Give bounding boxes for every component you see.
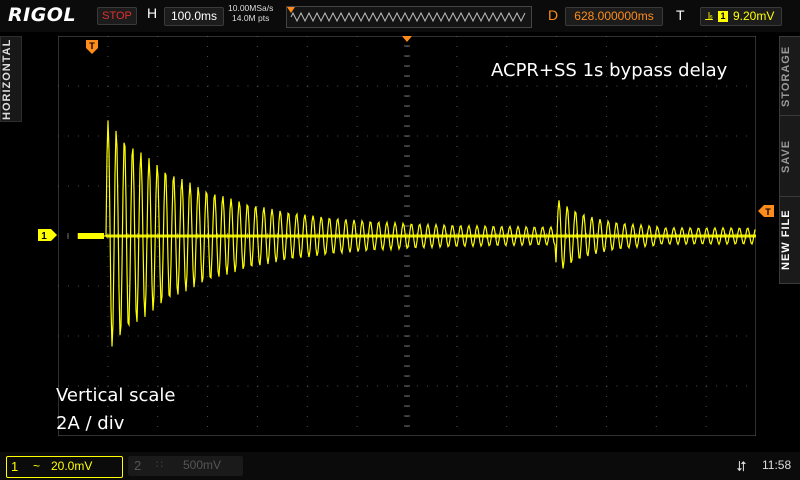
trigger-time-marker-label: T [89,41,95,51]
ch1-offset-marker: 1 [38,229,57,241]
trigger-level-marker-label: T [765,207,771,217]
trigger-settings[interactable]: ⫡ 1 9.20mV [700,7,782,26]
trigger-level: 9.20mV [733,9,775,23]
brand-logo: RIGOL [8,4,77,26]
ch2-scale: 500mV [183,458,222,472]
ch2-coupling-icon: ∷ [156,459,163,471]
horizontal-tab-label: HORIZONTAL [1,38,13,120]
usb-icon: ⮃ [736,458,748,474]
annotation-vertical-scale-value: 2A / div [56,413,125,434]
top-status-bar: RIGOL STOP H 100.0ms 10.00MSa/s 14.0M pt… [0,0,800,32]
acquisition-info: 10.00MSa/s 14.0M pts [228,3,273,23]
ch1-baseline [106,234,756,238]
trigger-level-marker: T [758,205,774,217]
ch1-number: 1 [11,459,19,474]
delay-label: D [548,7,559,23]
horizontal-tab[interactable]: HORIZONTAL [0,36,22,122]
annotation-title: ACPR+SS 1s bypass delay [491,60,728,81]
save-button[interactable]: SAVE [780,116,800,197]
new-file-label: NEW FILE [780,209,792,271]
ch1-baseline-segment [78,233,104,239]
ch1-coupling-icon: ~ [33,459,41,473]
ch1-status[interactable]: 1 ~ 20.0mV [6,456,123,478]
trigger-channel: 1 [718,11,728,22]
clock: 11:58 [762,458,792,472]
annotation-vertical-scale: Vertical scale [56,385,176,406]
new-file-button[interactable]: NEW FILE [780,197,800,283]
memory-bar-icon [286,6,532,28]
trigger-label: T [676,7,685,23]
ch2-status[interactable]: 2 ∷ 500mV [128,456,243,476]
ch1-offset-label: 1 [41,231,47,241]
trigger-time-marker: T [86,40,98,54]
horizontal-label: H [147,5,158,21]
ch2-number: 2 [134,458,142,473]
trigger-edge-icon: ⫡ [705,9,714,23]
storage-label: STORAGE [780,45,792,107]
waveform-display[interactable]: T [57,35,757,437]
run-stop-indicator[interactable]: STOP [97,7,137,25]
memory-depth: 14.0M pts [232,13,270,23]
graticule-grid [57,35,757,427]
ch1-scale: 20.0mV [51,459,93,473]
storage-button[interactable]: STORAGE [780,37,800,116]
sample-rate: 10.00MSa/s [228,3,274,13]
storage-menu: STORAGE SAVE NEW FILE [779,36,800,284]
center-time-marker [402,36,412,42]
timebase-value[interactable]: 100.0ms [164,7,224,26]
trigger-delay-value[interactable]: 628.000000ms [565,7,663,26]
save-label: SAVE [780,139,792,173]
